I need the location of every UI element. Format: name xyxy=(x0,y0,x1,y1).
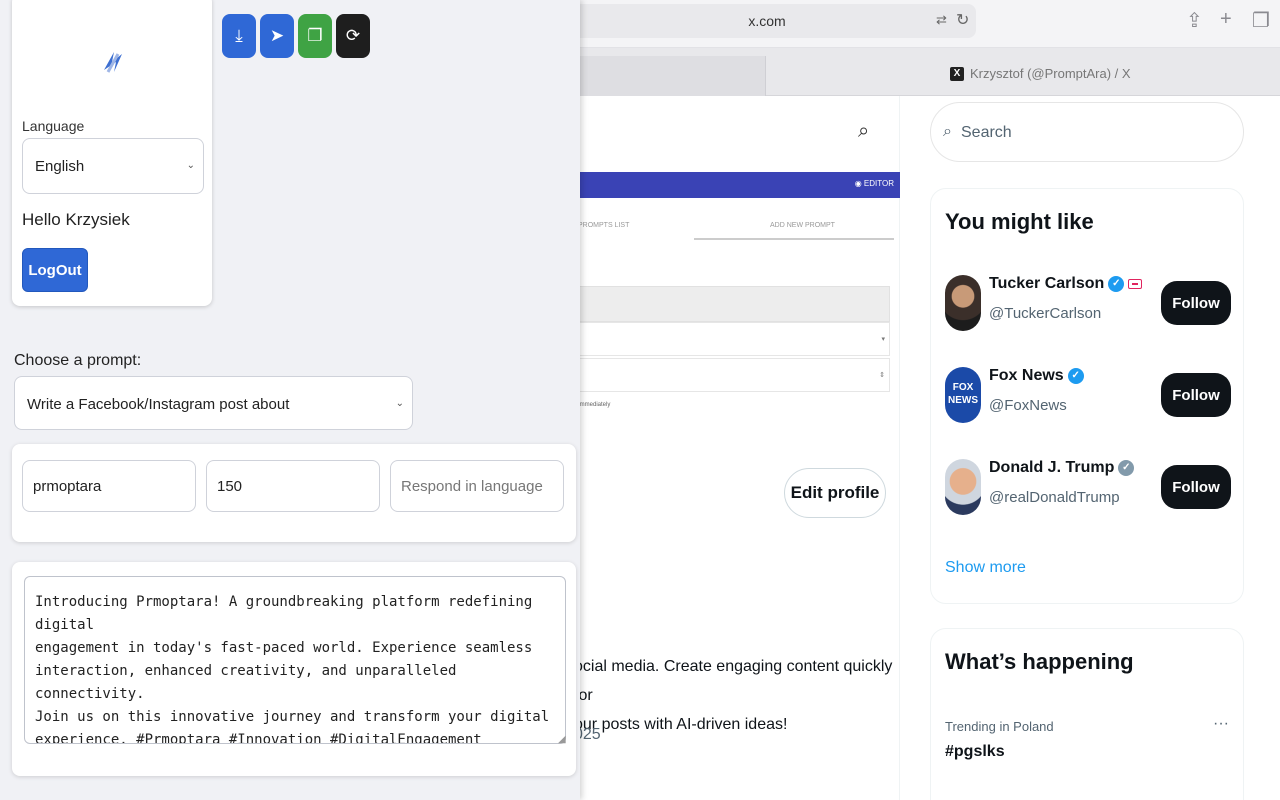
dropdown-arrow-icon: ▾ xyxy=(881,336,885,343)
resize-handle-icon[interactable]: ◢ xyxy=(558,734,566,745)
editor-badge-label: EDITOR xyxy=(863,179,894,188)
name-text: Tucker Carlson xyxy=(989,275,1105,292)
verified-badge-icon: ✓ xyxy=(1067,368,1084,384)
x-right-sidebar: ⌕ Search You might like Tucker Carlson ✓… xyxy=(900,96,1280,800)
verified-badge-icon: ✓ xyxy=(1108,276,1125,292)
greeting: Hello Krzysiek xyxy=(22,210,130,229)
bio-line-2: our posts with AI-driven ideas! xyxy=(574,716,788,733)
follow-button[interactable]: Follow xyxy=(1161,373,1231,417)
profile-bio: ocial media. Create engaging content qui… xyxy=(574,652,894,739)
tab-overview-icon[interactable]: ❐ xyxy=(1252,8,1270,33)
reload-icon[interactable]: ↻ xyxy=(956,10,969,30)
search-icon: ⌕ xyxy=(943,123,952,140)
send-button[interactable]: ➤ xyxy=(260,14,294,58)
name-text: Donald J. Trump xyxy=(989,459,1115,476)
active-tab-underline xyxy=(694,238,894,240)
search-icon[interactable]: ⌕ xyxy=(858,120,869,143)
trend-item[interactable]: #pgslks xyxy=(945,743,1005,761)
suggestion-item[interactable]: Donald J. Trump ✓ @realDonaldTrump Follo… xyxy=(945,457,1235,517)
form-hint: Immediately xyxy=(578,402,611,408)
suggestion-item[interactable]: FOX NEWS Fox News ✓ @FoxNews Follow xyxy=(945,365,1235,425)
card-title: You might like xyxy=(945,209,1094,234)
avatar[interactable]: FOX NEWS xyxy=(945,367,981,423)
edit-profile-button[interactable]: Edit profile xyxy=(784,468,886,518)
verified-badge-icon: ✓ xyxy=(1118,460,1135,476)
response-language-input[interactable] xyxy=(390,460,564,512)
affiliate-label-icon xyxy=(1128,279,1143,289)
editor-bar: ◉ EDITOR xyxy=(560,172,900,198)
avatar[interactable] xyxy=(945,459,981,515)
suggestion-handle: @FoxNews xyxy=(989,397,1067,414)
new-tab-icon[interactable]: + xyxy=(1220,8,1232,31)
x-main-column: ⌕ ◉ EDITOR PROMPTS LIST ADD NEW PROMPT ▾… xyxy=(560,96,900,800)
tab-title: Krzysztof (@PromptAra) / X xyxy=(970,66,1131,81)
x-logo-icon: X xyxy=(950,66,964,81)
tab-prompts-list[interactable]: PROMPTS LIST xyxy=(578,222,629,229)
logout-button[interactable]: LogOut xyxy=(22,248,88,292)
suggestion-handle: @realDonaldTrump xyxy=(989,489,1120,506)
show-more-link[interactable]: Show more xyxy=(945,559,1026,577)
prompt-value: Write a Facebook/Instagram post about xyxy=(27,396,290,413)
prompt-tabs: PROMPTS LIST ADD NEW PROMPT xyxy=(560,216,900,240)
refresh-button[interactable]: ⟳ xyxy=(336,14,370,58)
chevron-down-icon: ⌄ xyxy=(186,160,195,171)
search-input[interactable]: ⌕ Search xyxy=(930,102,1244,162)
tab-x-profile[interactable]: X Krzysztof (@PromptAra) / X xyxy=(950,66,1131,81)
suggestion-name: Donald J. Trump ✓ xyxy=(989,459,1135,477)
follow-button[interactable]: Follow xyxy=(1161,465,1231,509)
form-input-row[interactable]: ⇕ xyxy=(578,358,890,392)
extension-panel: Language English ⌄ Hello Krzysiek LogOut… xyxy=(0,0,580,800)
address-bar[interactable]: x.com ⇄ ↻ xyxy=(558,4,976,38)
suggestion-handle: @TuckerCarlson xyxy=(989,305,1102,322)
prompt-params-card xyxy=(12,444,576,542)
app-logo-icon xyxy=(104,52,122,73)
language-value: English xyxy=(35,158,85,175)
avatar[interactable] xyxy=(945,275,981,331)
name-text: Fox News xyxy=(989,367,1064,384)
search-placeholder: Search xyxy=(961,124,1012,141)
suggestion-name: Tucker Carlson ✓ xyxy=(989,275,1143,293)
suggestion-name: Fox News ✓ xyxy=(989,367,1084,385)
download-button[interactable]: ⤓ xyxy=(222,14,256,58)
whats-happening-card: What’s happening Trending in Poland ··· … xyxy=(930,628,1244,800)
refresh-icon: ⟳ xyxy=(345,26,361,45)
copy-icon: ❐ xyxy=(307,26,323,45)
trend-meta: Trending in Poland xyxy=(945,719,1054,734)
share-icon[interactable]: ⇪ xyxy=(1186,8,1203,33)
follow-button[interactable]: Follow xyxy=(1161,281,1231,325)
who-to-follow-card: You might like Tucker Carlson ✓ @TuckerC… xyxy=(930,188,1244,604)
tab-add-new-prompt[interactable]: ADD NEW PROMPT xyxy=(770,222,835,229)
translate-icon[interactable]: ⇄ xyxy=(936,12,947,28)
account-card: Language English ⌄ Hello Krzysiek LogOut xyxy=(12,0,212,306)
suggestion-item[interactable]: Tucker Carlson ✓ @TuckerCarlson Follow xyxy=(945,273,1235,333)
output-textarea[interactable]: Introducing Prmoptara! A groundbreaking … xyxy=(24,576,566,744)
language-label: Language xyxy=(22,118,85,134)
download-icon: ⤓ xyxy=(235,26,243,45)
topic-input[interactable] xyxy=(22,460,196,512)
tab-inactive[interactable] xyxy=(560,56,766,96)
form-row-disabled xyxy=(578,286,890,322)
send-icon: ➤ xyxy=(269,26,285,45)
card-title: What’s happening xyxy=(945,649,1134,674)
language-select[interactable]: English ⌄ xyxy=(22,138,204,194)
editor-badge: ◉ EDITOR xyxy=(854,179,894,188)
prompt-select[interactable]: Write a Facebook/Instagram post about ⌄ xyxy=(14,376,413,430)
output-card: Introducing Prmoptara! A groundbreaking … xyxy=(12,562,576,776)
url-text: x.com xyxy=(748,13,786,29)
bio-line-1: ocial media. Create engaging content qui… xyxy=(574,658,893,704)
length-input[interactable] xyxy=(206,460,380,512)
copy-button[interactable]: ❐ xyxy=(298,14,332,58)
chevron-down-icon: ⌄ xyxy=(395,398,404,409)
more-options-icon[interactable]: ··· xyxy=(1213,715,1229,733)
stepper-icon: ⇕ xyxy=(879,372,885,379)
form-select-row[interactable]: ▾ xyxy=(578,322,890,356)
choose-prompt-label: Choose a prompt: xyxy=(14,352,142,369)
